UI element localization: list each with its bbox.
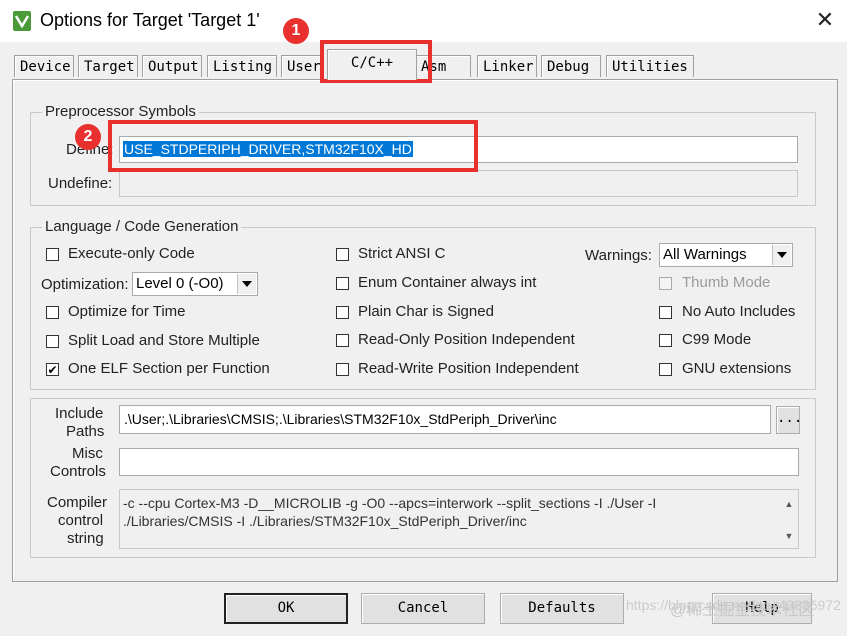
tab-debug[interactable]: Debug bbox=[541, 55, 601, 77]
strict-ansi-checkbox[interactable] bbox=[336, 248, 349, 261]
thumb-mode-checkbox bbox=[659, 277, 672, 290]
defaults-button[interactable]: Defaults bbox=[500, 593, 624, 624]
tab-device[interactable]: Device bbox=[14, 55, 74, 77]
chevron-down-icon[interactable] bbox=[237, 274, 256, 294]
split-load-label: Split Load and Store Multiple bbox=[68, 332, 260, 349]
optimization-label: Optimization: bbox=[41, 276, 129, 293]
codegen-group-label: Language / Code Generation bbox=[42, 218, 242, 235]
tab-linker[interactable]: Linker bbox=[477, 55, 537, 77]
include-paths-value: .\User;.\Libraries\CMSIS;.\Libraries\STM… bbox=[124, 411, 557, 427]
compiler-label-line2: control bbox=[58, 512, 104, 529]
one-elf-label: One ELF Section per Function bbox=[68, 360, 270, 377]
misc-label-line2: Controls bbox=[50, 463, 106, 480]
optimization-select[interactable]: Level 0 (-O0) bbox=[132, 272, 258, 296]
annotation-badge-1: 1 bbox=[283, 18, 309, 44]
compiler-control-string[interactable]: -c --cpu Cortex-M3 -D__MICROLIB -g -O0 -… bbox=[119, 489, 799, 549]
split-load-checkbox[interactable] bbox=[46, 335, 59, 348]
preprocessor-group-label: Preprocessor Symbols bbox=[42, 103, 199, 120]
gnu-extensions-label: GNU extensions bbox=[682, 360, 792, 377]
checkmark-icon: ✔ bbox=[47, 362, 58, 377]
ok-button[interactable]: OK bbox=[224, 593, 348, 624]
optimization-value: Level 0 (-O0) bbox=[136, 275, 224, 292]
warnings-label: Warnings: bbox=[585, 247, 652, 264]
compiler-string-line1: -c --cpu Cortex-M3 -D__MICROLIB -g -O0 -… bbox=[123, 495, 657, 511]
rw-position-label: Read-Write Position Independent bbox=[358, 360, 579, 377]
thumb-mode-label: Thumb Mode bbox=[682, 274, 771, 291]
execute-only-label: Execute-only Code bbox=[68, 245, 195, 262]
include-label-line2: Paths bbox=[66, 423, 105, 440]
undefine-label: Undefine: bbox=[48, 175, 113, 192]
c99-mode-checkbox[interactable] bbox=[659, 334, 672, 347]
watermark-brand: @稀土掘金技术社区 bbox=[670, 602, 815, 619]
compiler-label-line1: Compiler bbox=[47, 494, 108, 511]
tab-listing[interactable]: Listing bbox=[207, 55, 277, 77]
compiler-string-line2: ./Libraries/CMSIS -I ./Libraries/STM32F1… bbox=[123, 513, 527, 529]
one-elf-checkbox[interactable]: ✔ bbox=[46, 363, 59, 376]
c99-mode-label: C99 Mode bbox=[682, 331, 752, 348]
tab-c-cpp[interactable]: C/C++ bbox=[327, 49, 417, 80]
browse-include-button[interactable]: ... bbox=[776, 406, 802, 434]
rw-position-checkbox[interactable] bbox=[336, 363, 349, 376]
close-icon[interactable]: ✕ bbox=[815, 9, 835, 31]
strict-ansi-label: Strict ANSI C bbox=[358, 245, 446, 262]
warnings-value: All Warnings bbox=[663, 246, 747, 263]
no-auto-includes-label: No Auto Includes bbox=[682, 303, 796, 320]
tab-target[interactable]: Target bbox=[78, 55, 138, 77]
include-paths-field[interactable]: .\User;.\Libraries\CMSIS;.\Libraries\STM… bbox=[119, 405, 771, 434]
undefine-field[interactable] bbox=[119, 170, 798, 197]
scroll-up-icon[interactable]: ▲ bbox=[782, 498, 796, 510]
tab-output[interactable]: Output bbox=[142, 55, 202, 77]
plain-char-label: Plain Char is Signed bbox=[358, 303, 494, 320]
misc-controls-field[interactable] bbox=[119, 448, 799, 476]
tab-utilities[interactable]: Utilities bbox=[606, 55, 694, 77]
chevron-down-icon[interactable] bbox=[772, 245, 791, 265]
ro-position-label: Read-Only Position Independent bbox=[358, 331, 575, 348]
misc-label-line1: Misc bbox=[72, 445, 103, 462]
window-title: Options for Target 'Target 1' bbox=[40, 10, 260, 30]
no-auto-includes-checkbox[interactable] bbox=[659, 306, 672, 319]
warnings-select[interactable]: All Warnings bbox=[659, 243, 793, 267]
optimize-time-label: Optimize for Time bbox=[68, 303, 186, 320]
execute-only-checkbox[interactable] bbox=[46, 248, 59, 261]
plain-char-checkbox[interactable] bbox=[336, 306, 349, 319]
ro-position-checkbox[interactable] bbox=[336, 334, 349, 347]
annotation-badge-2: 2 bbox=[75, 124, 101, 150]
keil-app-icon bbox=[13, 11, 31, 31]
gnu-extensions-checkbox[interactable] bbox=[659, 363, 672, 376]
enum-container-checkbox[interactable] bbox=[336, 277, 349, 290]
enum-container-label: Enum Container always int bbox=[358, 274, 537, 291]
title-bar: Options for Target 'Target 1' ✕ bbox=[0, 0, 847, 42]
include-label-line1: Include bbox=[55, 405, 104, 422]
define-highlight-box bbox=[108, 120, 478, 172]
compiler-label-line3: string bbox=[67, 530, 104, 547]
optimize-time-checkbox[interactable] bbox=[46, 306, 59, 319]
tab-user[interactable]: User bbox=[281, 55, 323, 77]
scroll-down-icon[interactable]: ▼ bbox=[782, 530, 796, 542]
cancel-button[interactable]: Cancel bbox=[361, 593, 485, 624]
